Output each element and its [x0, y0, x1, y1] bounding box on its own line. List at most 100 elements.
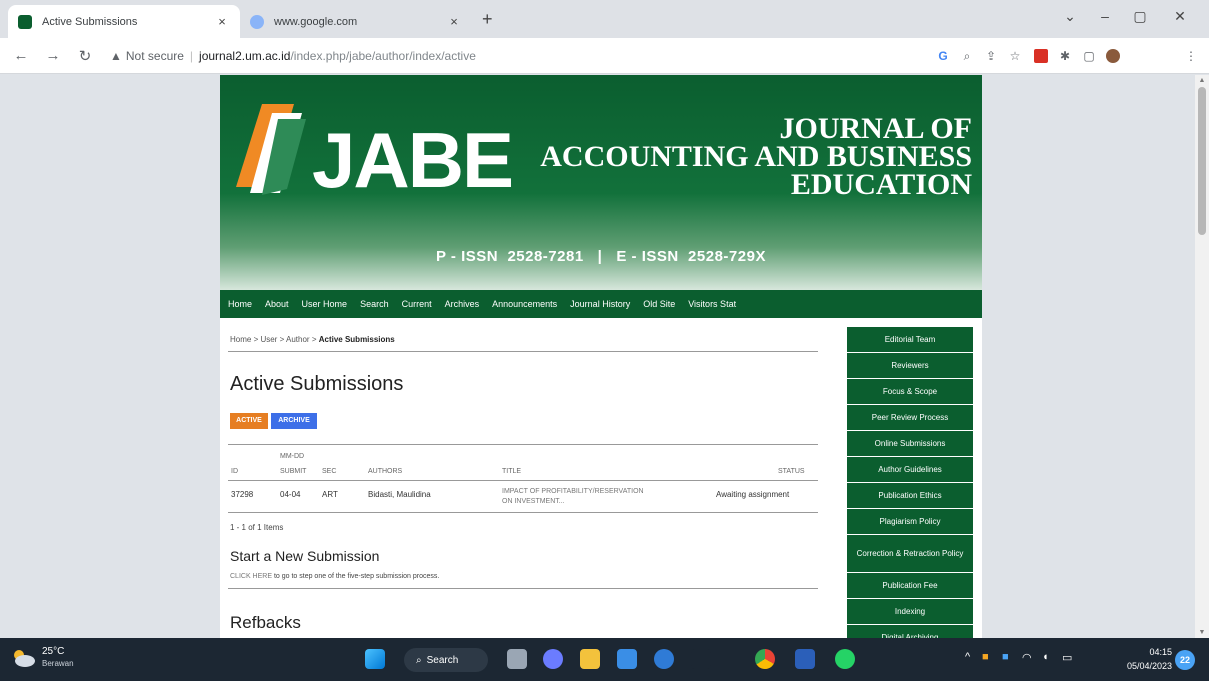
- journal-title-line: JOURNAL OF: [779, 112, 972, 145]
- row-sec: ART: [322, 490, 338, 499]
- app-icon[interactable]: [691, 649, 711, 669]
- col-header-sec: SEC: [322, 468, 337, 475]
- breadcrumb: Home > User > Author > Active Submission…: [230, 335, 395, 344]
- new-submission-heading: Start a New Submission: [230, 548, 380, 564]
- journal-title: JOURNAL OF ACCOUNTING AND BUSINESS EDUCA…: [540, 112, 972, 201]
- url-host: journal2.um.ac.id: [199, 49, 291, 63]
- tray-app-icon[interactable]: ■: [1002, 651, 1009, 663]
- reload-button[interactable]: ↻: [76, 47, 94, 65]
- row-authors: Bidasti, Maulidina: [368, 490, 431, 499]
- divider: [228, 444, 818, 445]
- scroll-down-icon[interactable]: ▼: [1195, 629, 1209, 636]
- sidebar-item-digital-archiving[interactable]: Digital Archiving: [847, 625, 973, 638]
- book-logo-icon: [236, 104, 306, 195]
- row-title-link[interactable]: ON INVESTMENT...: [502, 498, 565, 505]
- divider: [228, 480, 818, 481]
- chat-icon[interactable]: [543, 649, 563, 669]
- bookmark-star-icon[interactable]: ☆: [1008, 49, 1022, 63]
- close-tab-icon[interactable]: ×: [446, 14, 462, 29]
- taskbar-search-label: Search: [426, 654, 459, 666]
- tab-strip: Active Submissions × www.google.com × + …: [0, 0, 1209, 38]
- back-button[interactable]: ←: [12, 47, 30, 64]
- file-explorer-icon[interactable]: [580, 649, 600, 669]
- col-header-status: STATUS: [778, 468, 805, 475]
- sidebar-item-online-submissions[interactable]: Online Submissions: [847, 431, 973, 456]
- share-icon[interactable]: ⇪: [984, 49, 998, 63]
- nav-announcements[interactable]: Announcements: [492, 299, 557, 309]
- volume-icon[interactable]: ◖: [1042, 651, 1049, 663]
- store-icon[interactable]: [617, 649, 637, 669]
- extensions-puzzle-icon[interactable]: ✱: [1058, 49, 1072, 63]
- nav-user-home[interactable]: User Home: [302, 299, 348, 309]
- divider: [228, 512, 818, 513]
- scroll-up-icon[interactable]: ▲: [1195, 77, 1209, 84]
- nav-old-site[interactable]: Old Site: [643, 299, 675, 309]
- clock[interactable]: 04:15 05/04/2023: [1127, 645, 1172, 673]
- close-tab-icon[interactable]: ×: [214, 14, 230, 29]
- submission-instructions: CLICK HERE to go to step one of the five…: [230, 573, 439, 580]
- zoom-icon[interactable]: ⌕: [960, 49, 974, 63]
- nav-journal-history[interactable]: Journal History: [570, 299, 630, 309]
- tab-google[interactable]: www.google.com ×: [240, 5, 472, 38]
- cloud-sun-icon: [14, 650, 35, 667]
- journal-title-line: EDUCATION: [790, 168, 972, 201]
- nav-about[interactable]: About: [265, 299, 289, 309]
- breadcrumb-path[interactable]: Home > User > Author >: [230, 335, 319, 344]
- wifi-icon[interactable]: ◠: [1022, 651, 1032, 664]
- tray-chevron-icon[interactable]: ^: [965, 651, 970, 663]
- windows-start-icon[interactable]: [365, 649, 385, 669]
- security-label[interactable]: Not secure: [126, 49, 184, 63]
- windows-taskbar: 25°C Berawan ⌕ Search ^ ■ ■ ◠ ◖ ▭ 04:15 …: [0, 638, 1209, 681]
- nav-visitors-stat[interactable]: Visitors Stat: [688, 299, 736, 309]
- tray-app-icon[interactable]: ■: [982, 651, 989, 663]
- sidebar-item-plagiarism-policy[interactable]: Plagiarism Policy: [847, 509, 973, 534]
- extension-red-icon[interactable]: [1034, 49, 1048, 63]
- active-button[interactable]: ACTIVE: [230, 413, 268, 429]
- col-header-submit: SUBMIT: [280, 468, 307, 475]
- profile-avatar[interactable]: [1106, 49, 1120, 63]
- word-icon[interactable]: [795, 649, 815, 669]
- tab-search-chevron-icon[interactable]: ⌄: [1060, 8, 1080, 25]
- notification-badge[interactable]: 22: [1175, 650, 1195, 670]
- sidebar-item-author-guidelines[interactable]: Author Guidelines: [847, 457, 973, 482]
- sidebar-item-publication-fee[interactable]: Publication Fee: [847, 573, 973, 598]
- sidebar-item-editorial-team[interactable]: Editorial Team: [847, 327, 973, 352]
- archive-button[interactable]: ARCHIVE: [271, 413, 317, 429]
- whatsapp-icon[interactable]: [835, 649, 855, 669]
- new-tab-button[interactable]: +: [482, 9, 493, 30]
- nav-search[interactable]: Search: [360, 299, 389, 309]
- close-window-button[interactable]: ✕: [1170, 8, 1190, 25]
- google-icon[interactable]: G: [936, 49, 950, 63]
- sidebar-item-reviewers[interactable]: Reviewers: [847, 353, 973, 378]
- battery-icon[interactable]: ▭: [1062, 651, 1072, 664]
- row-title-link[interactable]: IMPACT OF PROFITABILITY/RESERVATION: [502, 488, 644, 495]
- row-id: 37298: [231, 490, 254, 499]
- scrollbar-thumb[interactable]: [1198, 87, 1206, 235]
- sidebar-item-correction-retraction[interactable]: Correction & Retraction Policy: [847, 535, 973, 572]
- forward-button[interactable]: →: [44, 47, 62, 64]
- warning-icon[interactable]: ▲: [110, 49, 122, 63]
- browser-menu-icon[interactable]: ⋮: [1184, 49, 1198, 63]
- edge-icon[interactable]: [654, 649, 674, 669]
- sidebar-item-indexing[interactable]: Indexing: [847, 599, 973, 624]
- minimize-button[interactable]: –: [1095, 8, 1115, 24]
- col-header-mmdd: MM-DD: [280, 453, 305, 460]
- sidebar-item-publication-ethics[interactable]: Publication Ethics: [847, 483, 973, 508]
- taskbar-search[interactable]: ⌕ Search: [404, 648, 488, 672]
- task-view-icon[interactable]: [507, 649, 527, 669]
- nav-current[interactable]: Current: [402, 299, 432, 309]
- tab-label: Active Submissions: [42, 15, 138, 28]
- click-here-link[interactable]: CLICK HERE: [230, 573, 272, 580]
- chrome-icon[interactable]: [755, 649, 775, 669]
- tab-active-submissions[interactable]: Active Submissions ×: [8, 5, 240, 38]
- col-header-authors: AUTHORS: [368, 468, 403, 475]
- sidebar-item-peer-review[interactable]: Peer Review Process: [847, 405, 973, 430]
- nav-archives[interactable]: Archives: [445, 299, 480, 309]
- search-icon: ⌕: [416, 654, 422, 666]
- weather-widget[interactable]: 25°C Berawan: [10, 646, 74, 670]
- maximize-button[interactable]: ▢: [1130, 8, 1150, 25]
- nav-home[interactable]: Home: [228, 299, 252, 309]
- sidebar-item-focus-scope[interactable]: Focus & Scope: [847, 379, 973, 404]
- page-scrollbar[interactable]: ▲ ▼: [1195, 75, 1209, 638]
- side-panel-icon[interactable]: ▢: [1082, 49, 1096, 63]
